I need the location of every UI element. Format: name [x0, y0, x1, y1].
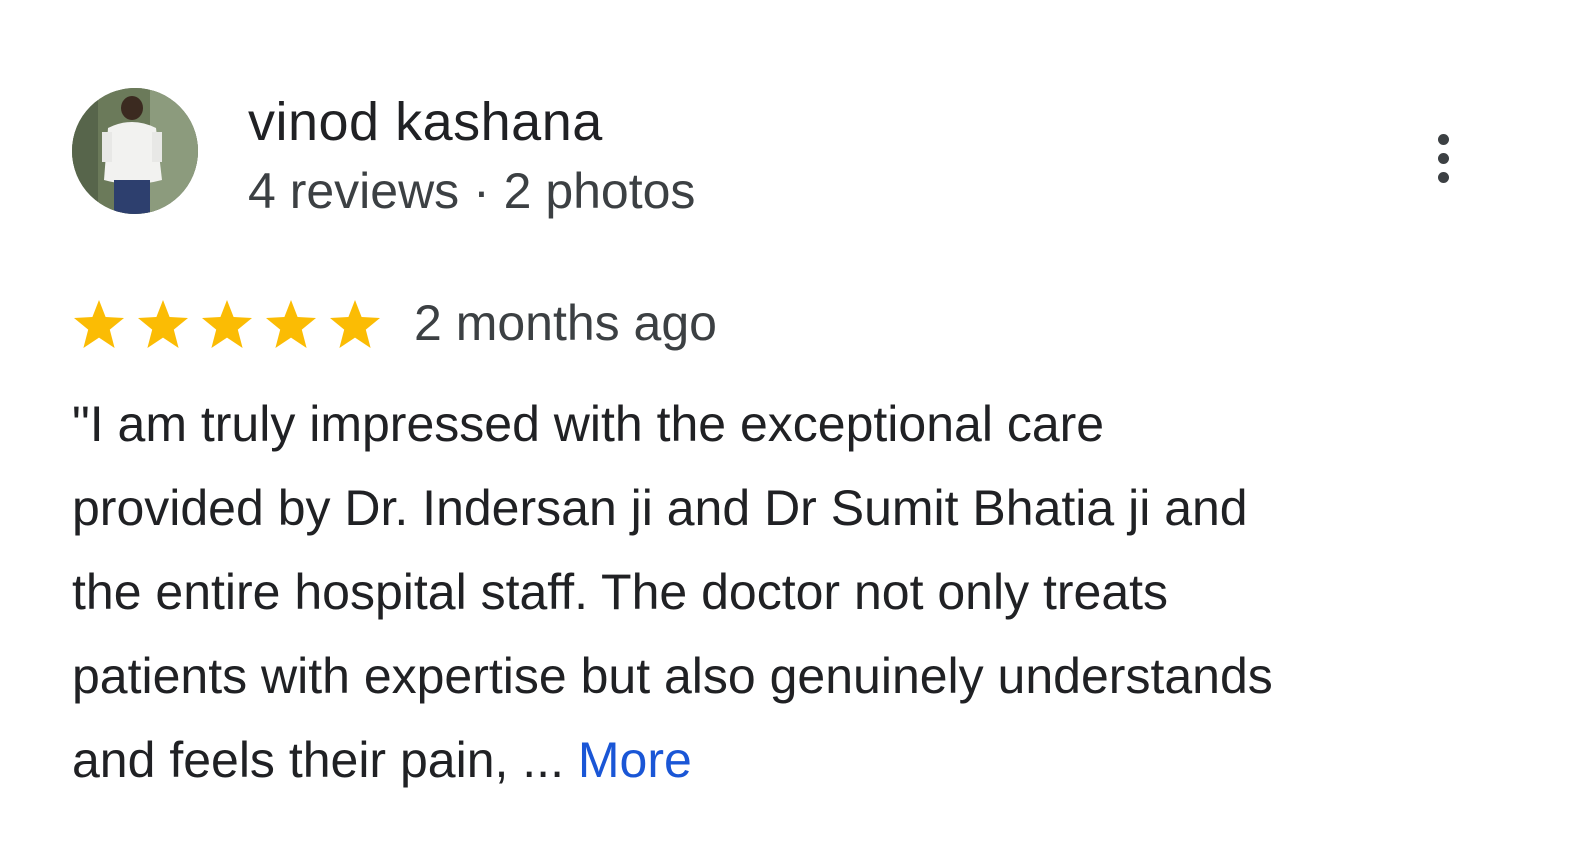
star-icon	[200, 298, 254, 350]
review-line: "I am truly impressed with the exception…	[72, 396, 1105, 452]
review-line: the entire hospital staff. The doctor no…	[72, 564, 1169, 620]
review-line: provided by Dr. Indersan ji and Dr Sumit…	[72, 480, 1248, 536]
menu-dot	[1438, 134, 1449, 145]
reviewer-name[interactable]: vinod kashana	[248, 90, 603, 154]
star-icon	[136, 298, 190, 350]
review-text: "I am truly impressed with the exception…	[72, 382, 1512, 802]
more-link[interactable]: More	[578, 732, 692, 788]
review-line: patients with expertise but also genuine…	[72, 648, 1273, 704]
review-date: 2 months ago	[414, 295, 717, 351]
avatar-photo	[72, 88, 198, 214]
review-line-text: and feels their pain, ...	[72, 732, 578, 788]
avatar[interactable]	[72, 88, 198, 214]
menu-dot	[1438, 172, 1449, 183]
star-icon	[72, 298, 126, 350]
review-line-last: and feels their pain, ... More	[72, 718, 1512, 802]
star-icon	[264, 298, 318, 350]
menu-dot	[1438, 153, 1449, 164]
reviewer-stats: 4 reviews · 2 photos	[248, 163, 696, 219]
star-rating	[72, 298, 382, 350]
star-icon	[328, 298, 382, 350]
review-card: vinod kashana 4 reviews · 2 photos 2 mon…	[0, 0, 1576, 860]
more-vert-icon[interactable]	[1418, 128, 1470, 192]
